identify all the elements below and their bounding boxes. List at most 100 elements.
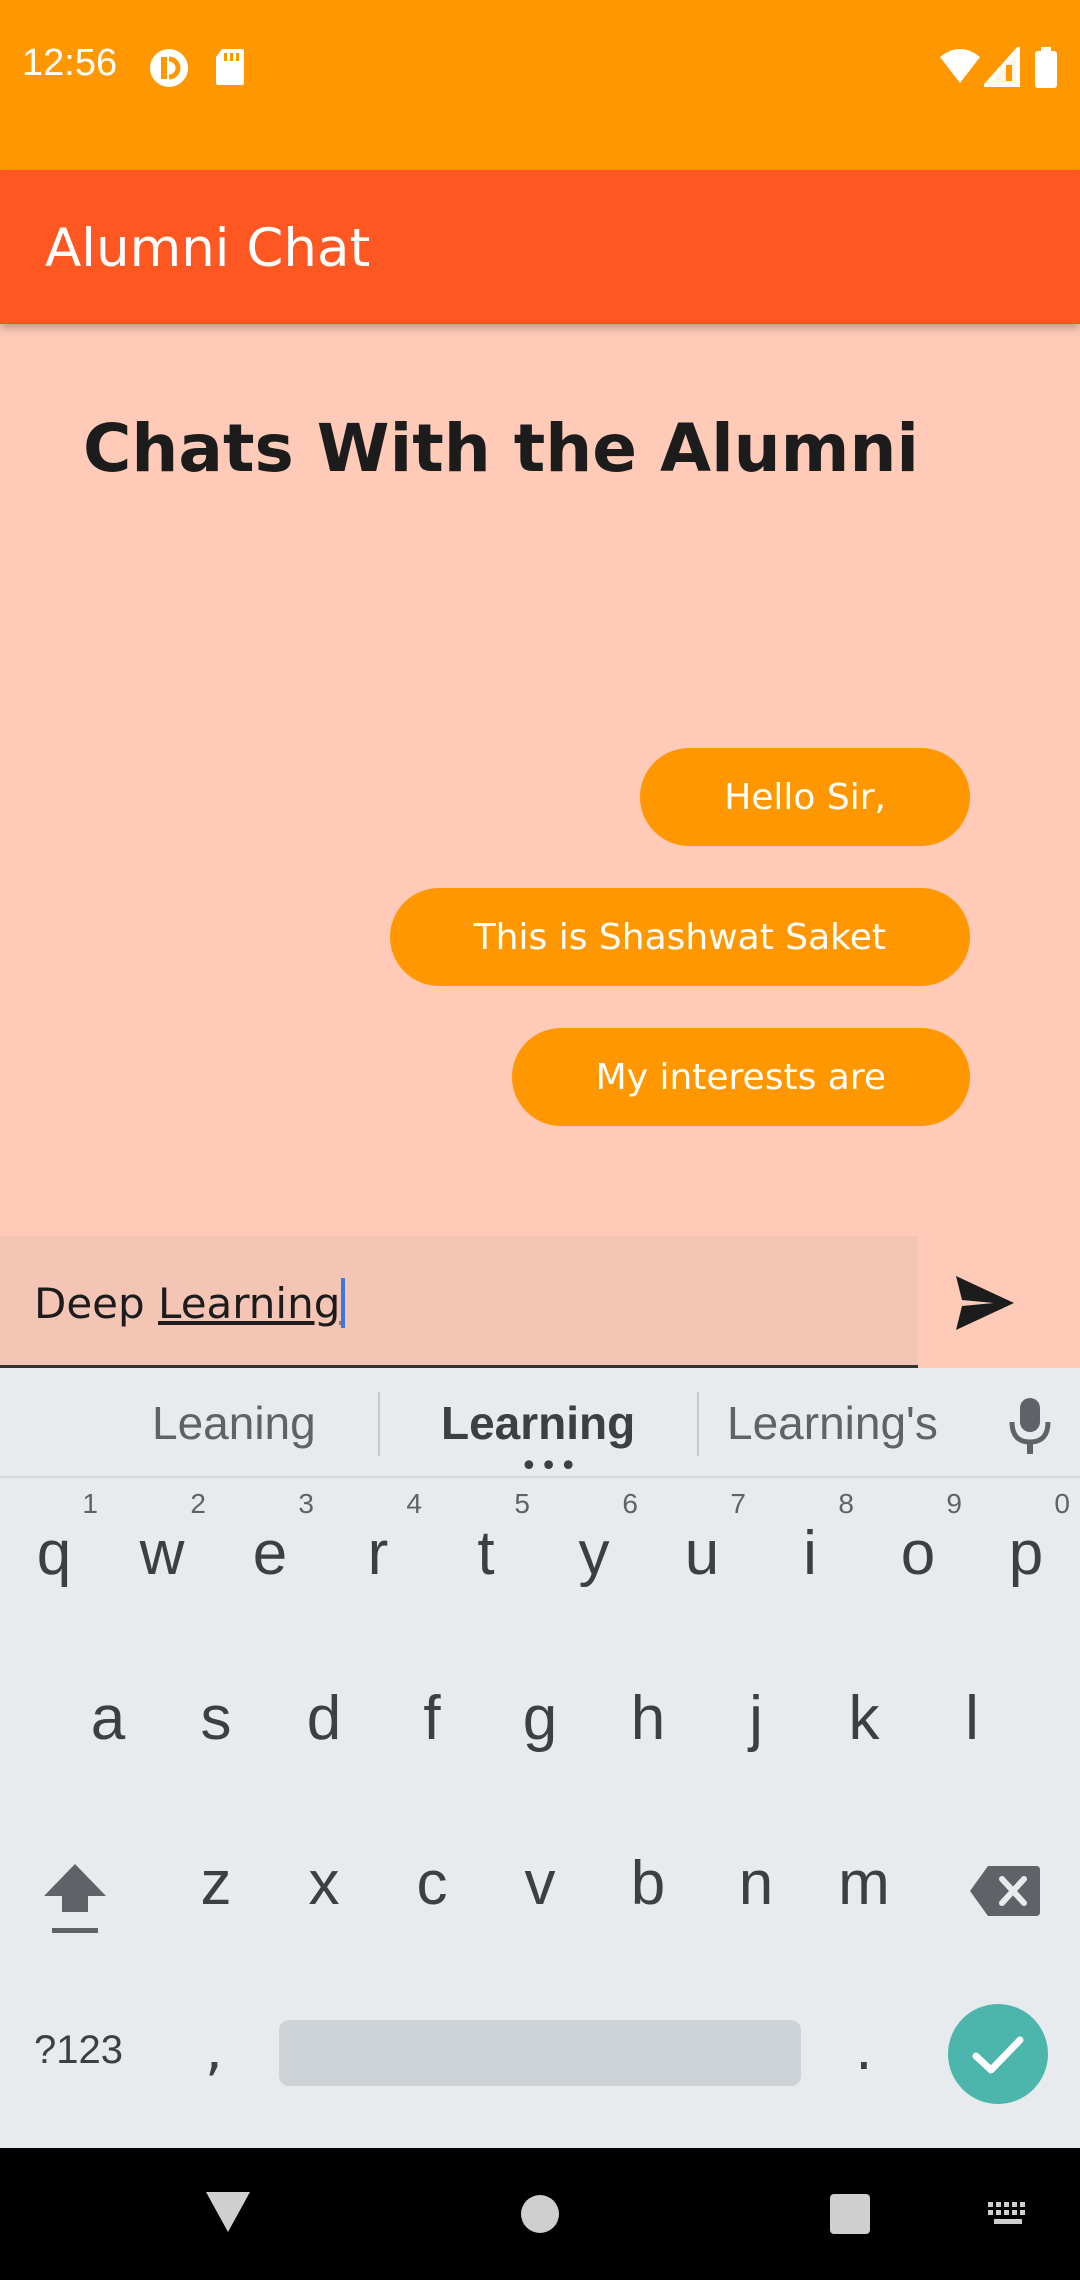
- app-notification-icon: [150, 49, 188, 87]
- key-q[interactable]: 1q: [0, 1478, 108, 1638]
- key-f[interactable]: f: [378, 1643, 486, 1803]
- key-label: w: [139, 1519, 185, 1588]
- suggestion-item-primary[interactable]: Learning: [441, 1396, 635, 1450]
- key-hint: 3: [298, 1488, 314, 1519]
- key-label: t: [477, 1519, 495, 1588]
- message-input-value[interactable]: Deep Learning: [34, 1278, 346, 1328]
- key-label: e: [252, 1519, 288, 1588]
- wifi-icon: [940, 49, 980, 83]
- soft-keyboard: Leaning Learning Learning's ••• 1q 2w 3e…: [0, 1368, 1080, 2148]
- input-value-prefix: Deep: [34, 1279, 159, 1328]
- key-h[interactable]: h: [594, 1643, 702, 1803]
- key-hint: 4: [406, 1488, 422, 1519]
- more-suggestions-dots[interactable]: •••: [520, 1452, 579, 1482]
- key-hint: 8: [838, 1488, 854, 1519]
- key-hint: 5: [514, 1488, 530, 1519]
- key-label: x: [308, 1849, 340, 1918]
- key-hint: 0: [1054, 1488, 1070, 1519]
- key-g[interactable]: g: [486, 1643, 594, 1803]
- key-label: g: [522, 1684, 558, 1753]
- key-r[interactable]: 4r: [324, 1478, 432, 1638]
- key-z[interactable]: z: [162, 1808, 270, 1968]
- key-hint: 9: [946, 1488, 962, 1519]
- key-label: a: [90, 1684, 126, 1753]
- chat-message-bubble: My interests are: [511, 1028, 970, 1126]
- key-x[interactable]: x: [270, 1808, 378, 1968]
- key-u[interactable]: 7u: [648, 1478, 756, 1638]
- suggestion-bar: Leaning Learning Learning's •••: [0, 1368, 1080, 1482]
- key-m[interactable]: m: [810, 1808, 918, 1968]
- cell-signal-icon: [984, 47, 1020, 87]
- key-v[interactable]: v: [486, 1808, 594, 1968]
- key-l[interactable]: l: [918, 1643, 1026, 1803]
- system-nav-bar: [0, 2148, 1080, 2280]
- key-j[interactable]: j: [702, 1643, 810, 1803]
- key-hint: 6: [622, 1488, 638, 1519]
- key-a[interactable]: a: [54, 1643, 162, 1803]
- key-label: n: [738, 1849, 774, 1918]
- period-key[interactable]: .: [855, 2018, 873, 2083]
- keyboard-icon[interactable]: [986, 2200, 1030, 2228]
- key-hint: 2: [190, 1488, 206, 1519]
- key-s[interactable]: s: [162, 1643, 270, 1803]
- key-label: f: [423, 1684, 441, 1753]
- key-b[interactable]: b: [594, 1808, 702, 1968]
- app-title: Alumni Chat: [45, 218, 371, 279]
- suggestion-divider: [697, 1392, 699, 1456]
- input-value-composing-word: Learning: [158, 1279, 341, 1328]
- key-o[interactable]: 9o: [864, 1478, 972, 1638]
- page-title: Chats With the Alumni: [83, 410, 920, 487]
- app-bar: Alumni Chat: [0, 170, 1080, 324]
- symbols-key[interactable]: ?123: [34, 2028, 123, 2073]
- comma-key[interactable]: ,: [205, 2018, 223, 2083]
- chat-message-bubble: This is Shashwat Saket: [389, 888, 970, 986]
- key-label: q: [36, 1519, 72, 1588]
- key-y[interactable]: 6y: [540, 1478, 648, 1638]
- key-hint: 7: [730, 1488, 746, 1519]
- key-label: p: [1008, 1519, 1044, 1588]
- status-time: 12:56: [22, 42, 118, 84]
- shift-icon[interactable]: [40, 1858, 110, 1938]
- key-label: b: [630, 1849, 666, 1918]
- key-label: c: [416, 1849, 448, 1918]
- backspace-icon[interactable]: [968, 1864, 1042, 1918]
- home-circle-icon[interactable]: [520, 2194, 560, 2234]
- key-label: s: [200, 1684, 232, 1753]
- suggestion-item[interactable]: Learning's: [727, 1396, 938, 1450]
- key-w[interactable]: 2w: [108, 1478, 216, 1638]
- key-label: d: [306, 1684, 342, 1753]
- recents-square-icon[interactable]: [828, 2192, 872, 2236]
- status-bar: 12:56: [0, 0, 1080, 170]
- chat-message-text: Hello Sir,: [724, 776, 886, 818]
- key-label: r: [367, 1519, 389, 1588]
- sd-card-icon: [216, 49, 244, 85]
- key-d[interactable]: d: [270, 1643, 378, 1803]
- suggestion-item[interactable]: Leaning: [152, 1396, 316, 1450]
- key-label: z: [200, 1849, 232, 1918]
- key-t[interactable]: 5t: [432, 1478, 540, 1638]
- battery-icon: [1035, 47, 1057, 88]
- key-label: i: [803, 1519, 817, 1588]
- key-n[interactable]: n: [702, 1808, 810, 1968]
- key-k[interactable]: k: [810, 1643, 918, 1803]
- microphone-icon[interactable]: [1005, 1396, 1055, 1456]
- checkmark-icon: [972, 2036, 1024, 2074]
- key-e[interactable]: 3e: [216, 1478, 324, 1638]
- space-bar[interactable]: [279, 2020, 801, 2086]
- chat-message-text: This is Shashwat Saket: [473, 916, 886, 958]
- key-label: j: [749, 1684, 763, 1753]
- message-input[interactable]: Deep Learning: [0, 1236, 918, 1368]
- key-label: l: [965, 1684, 979, 1753]
- key-label: k: [848, 1684, 880, 1753]
- back-triangle-icon[interactable]: [204, 2190, 252, 2234]
- key-label: y: [578, 1519, 610, 1588]
- chat-message-bubble: Hello Sir,: [640, 748, 970, 846]
- done-key[interactable]: [948, 2004, 1048, 2104]
- key-label: h: [630, 1684, 666, 1753]
- key-c[interactable]: c: [378, 1808, 486, 1968]
- key-label: m: [838, 1849, 890, 1918]
- suggestion-divider: [378, 1392, 380, 1456]
- key-p[interactable]: 0p: [972, 1478, 1080, 1638]
- key-i[interactable]: 8i: [756, 1478, 864, 1638]
- send-icon[interactable]: [950, 1268, 1020, 1338]
